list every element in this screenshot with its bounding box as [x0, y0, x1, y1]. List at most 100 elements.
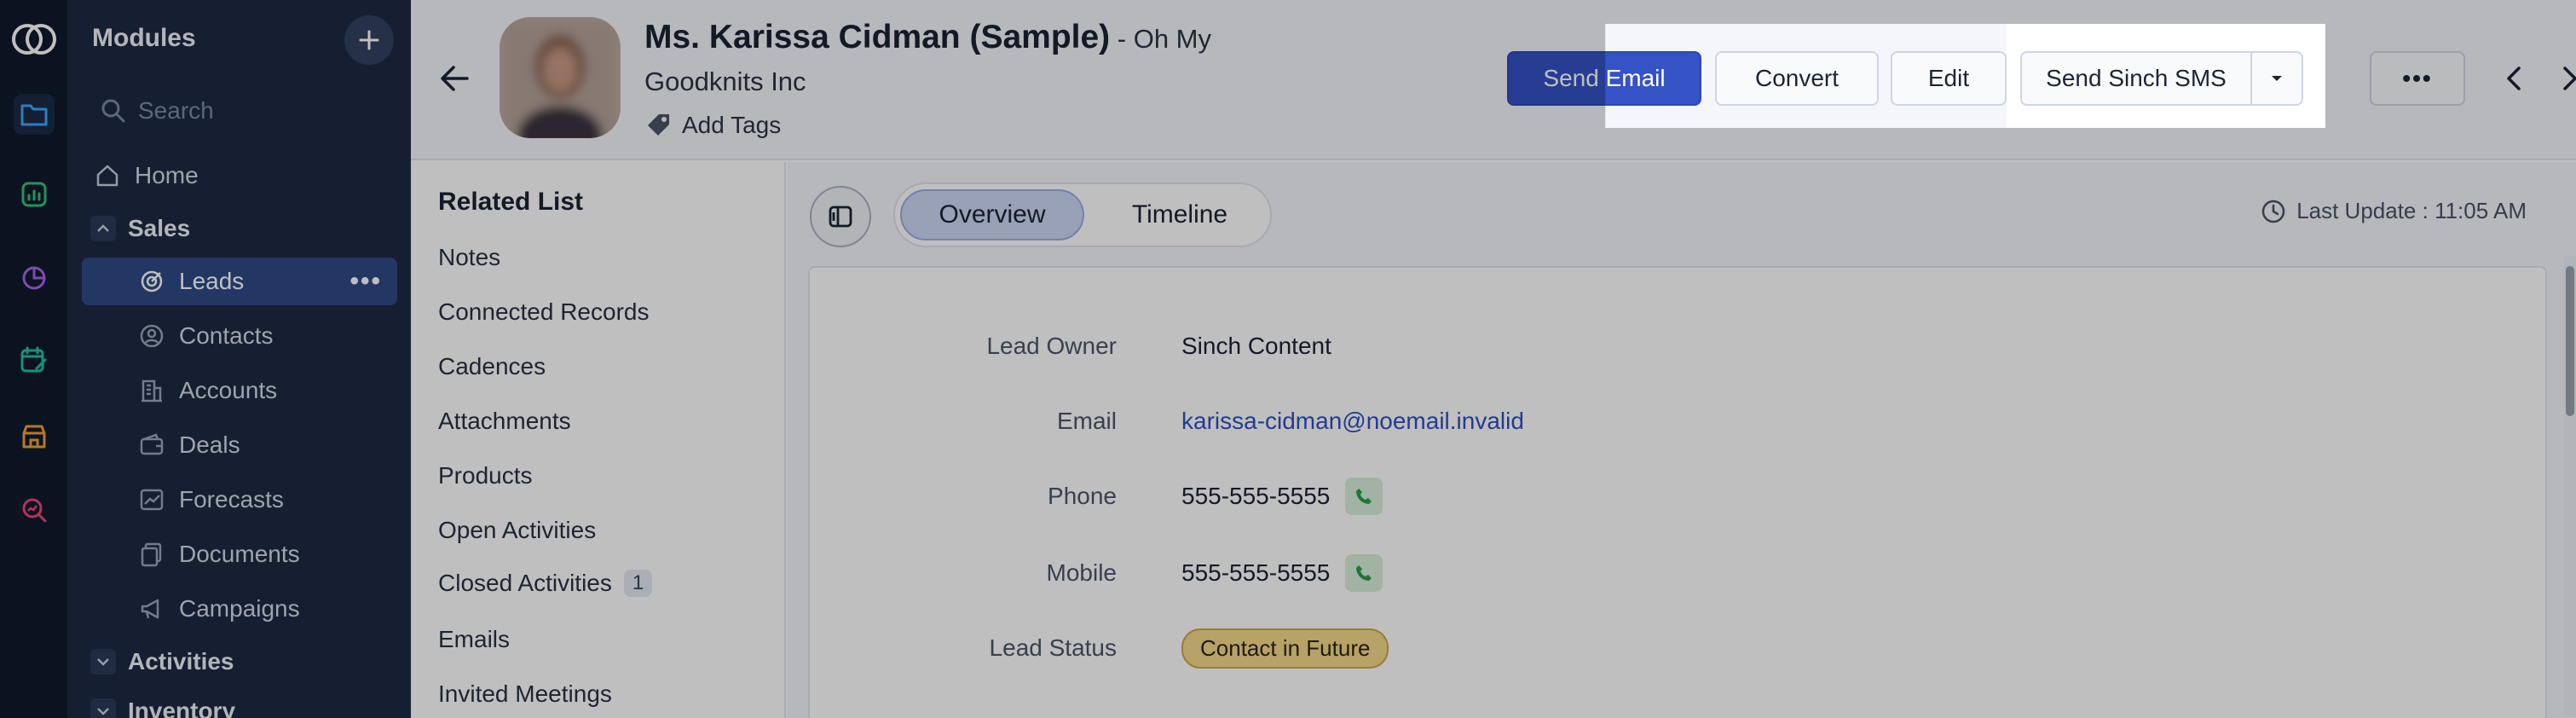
field-value-lead-status: Contact in Future [1181, 628, 1389, 669]
tab-overview[interactable]: Overview [900, 189, 1084, 240]
field-value-email[interactable]: karissa-cidman@noemail.invalid [1181, 408, 1524, 435]
last-update: Last Update : 11:05 AM [2261, 198, 2527, 224]
nav-item-documents[interactable]: Documents [82, 530, 397, 578]
store-icon[interactable] [14, 416, 55, 457]
record-company[interactable]: Goodknits Inc [644, 67, 806, 97]
nav-item-leads[interactable]: Leads ••• [82, 258, 397, 305]
analytics-icon[interactable] [14, 174, 55, 215]
phone-icon [1356, 565, 1372, 581]
related-item-emails[interactable]: Emails [438, 626, 510, 653]
nav-group-activities[interactable]: Activities [82, 638, 397, 686]
nav-item-campaigns[interactable]: Campaigns [82, 585, 397, 633]
nav-item-contacts[interactable]: Contacts [82, 312, 397, 360]
phone-number[interactable]: 555-555-5555 [1181, 483, 1330, 510]
field-value-lead-owner[interactable]: Sinch Content [1181, 333, 1331, 360]
main-content: Ms. Karissa Cidman (Sample) - Oh My Good… [411, 0, 2576, 718]
phone-icon [1356, 489, 1372, 504]
previous-record-icon[interactable] [2498, 61, 2532, 96]
field-mobile: Mobile 555-555-5555 [810, 547, 2549, 599]
tab-timeline[interactable]: Timeline [1093, 189, 1267, 240]
field-value-phone: 555-555-5555 [1181, 478, 1383, 515]
clock-icon [2261, 200, 2285, 223]
call-mobile-button[interactable] [1345, 554, 1383, 592]
nav-item-accounts-label: Accounts [179, 377, 278, 403]
chevron-down-icon [90, 698, 116, 718]
back-arrow-icon[interactable] [436, 60, 474, 97]
folder-icon[interactable] [14, 94, 55, 135]
send-sinch-sms-button[interactable]: Send Sinch SMS [2020, 51, 2252, 106]
contact-icon [135, 319, 169, 353]
field-label-phone: Phone [1048, 483, 1117, 509]
field-label-mobile: Mobile [1046, 559, 1117, 586]
home-icon [90, 159, 124, 193]
field-label-email: Email [1056, 408, 1117, 434]
related-item-attachments[interactable]: Attachments [438, 408, 571, 435]
pie-chart-icon[interactable] [14, 258, 55, 298]
nav-item-deals[interactable]: Deals [82, 421, 397, 469]
add-tags-label: Add Tags [682, 112, 782, 138]
more-actions-button[interactable]: ••• [2370, 51, 2465, 106]
related-item-open-activities[interactable]: Open Activities [438, 517, 596, 544]
related-item-cadences[interactable]: Cadences [438, 353, 546, 380]
field-lead-owner: Lead Owner Sinch Content [810, 321, 2549, 372]
leads-more-button[interactable]: ••• [349, 267, 382, 296]
add-module-button[interactable] [344, 15, 394, 65]
field-lead-status: Lead Status Contact in Future [810, 622, 2549, 674]
icon-rail [0, 0, 68, 718]
record-detail-panel: Overview Timeline Last Update : 11:05 AM… [788, 162, 2576, 718]
related-item-notes[interactable]: Notes [438, 244, 500, 271]
nav-group-sales[interactable]: Sales [82, 205, 397, 252]
field-label-lead-owner: Lead Owner [986, 333, 1117, 359]
nav-item-accounts[interactable]: Accounts [82, 367, 397, 414]
related-list-title: Related List [438, 188, 584, 216]
target-icon [135, 264, 169, 298]
edit-button[interactable]: Edit [1891, 51, 2007, 106]
related-item-invited-meetings[interactable]: Invited Meetings [438, 680, 612, 708]
chevron-up-icon [90, 216, 116, 241]
status-badge[interactable]: Contact in Future [1181, 628, 1389, 669]
nav-item-documents-label: Documents [179, 541, 300, 567]
related-item-connected-records[interactable]: Connected Records [438, 298, 649, 326]
field-email: Email karissa-cidman@noemail.invalid [810, 396, 2549, 447]
tag-icon [648, 114, 669, 136]
convert-button[interactable]: Convert [1715, 51, 1879, 106]
closed-activities-label: Closed Activities [438, 570, 612, 596]
send-email-button[interactable]: Send Email [1507, 51, 1701, 106]
details-card: Lead Owner Sinch Content Email karissa-c… [808, 266, 2547, 718]
nav-group-inventory-label: Inventory [128, 698, 236, 718]
closed-activities-count-badge: 1 [623, 570, 653, 597]
document-icon [135, 537, 169, 571]
collapse-panel-button[interactable] [810, 186, 871, 247]
scrollbar-thumb[interactable] [2566, 266, 2574, 416]
call-phone-button[interactable] [1345, 478, 1383, 515]
next-record-icon[interactable] [2552, 61, 2576, 96]
search-icon [101, 99, 125, 123]
modules-sidebar: Modules Search Home Sales Leads ••• Cont… [68, 0, 411, 718]
nav-item-campaigns-label: Campaigns [179, 595, 300, 622]
zoho-logo-icon[interactable] [9, 15, 60, 63]
record-name: Ms. Karissa Cidman (Sample) - Oh My [644, 19, 1211, 56]
avatar[interactable] [500, 17, 621, 138]
wallet-icon [135, 428, 169, 462]
nav-item-leads-label: Leads [179, 268, 245, 294]
search-analytics-icon[interactable] [14, 489, 55, 530]
nav-group-activities-label: Activities [128, 648, 234, 675]
calendar-edit-icon[interactable] [14, 339, 55, 380]
add-tags-button[interactable]: Add Tags [644, 111, 781, 140]
modules-search[interactable]: Search [92, 89, 382, 133]
nav-item-forecasts[interactable]: Forecasts [82, 476, 397, 524]
nav-home[interactable]: Home [82, 152, 397, 200]
record-full-name: Ms. Karissa Cidman (Sample) [644, 19, 1111, 55]
modules-title: Modules [92, 24, 196, 52]
related-item-products[interactable]: Products [438, 462, 533, 489]
mobile-number[interactable]: 555-555-5555 [1181, 559, 1330, 587]
record-header: Ms. Karissa Cidman (Sample) - Oh My Good… [411, 0, 2576, 160]
nav-item-deals-label: Deals [179, 431, 240, 458]
sms-dropdown-button[interactable] [2250, 51, 2303, 106]
nav-group-sales-label: Sales [128, 215, 191, 241]
trend-icon [135, 483, 169, 517]
related-item-closed-activities[interactable]: Closed Activities 1 [438, 570, 653, 597]
chevron-down-icon [90, 649, 116, 675]
view-tabs: Overview Timeline [893, 182, 1272, 247]
nav-group-inventory[interactable]: Inventory [82, 687, 397, 718]
